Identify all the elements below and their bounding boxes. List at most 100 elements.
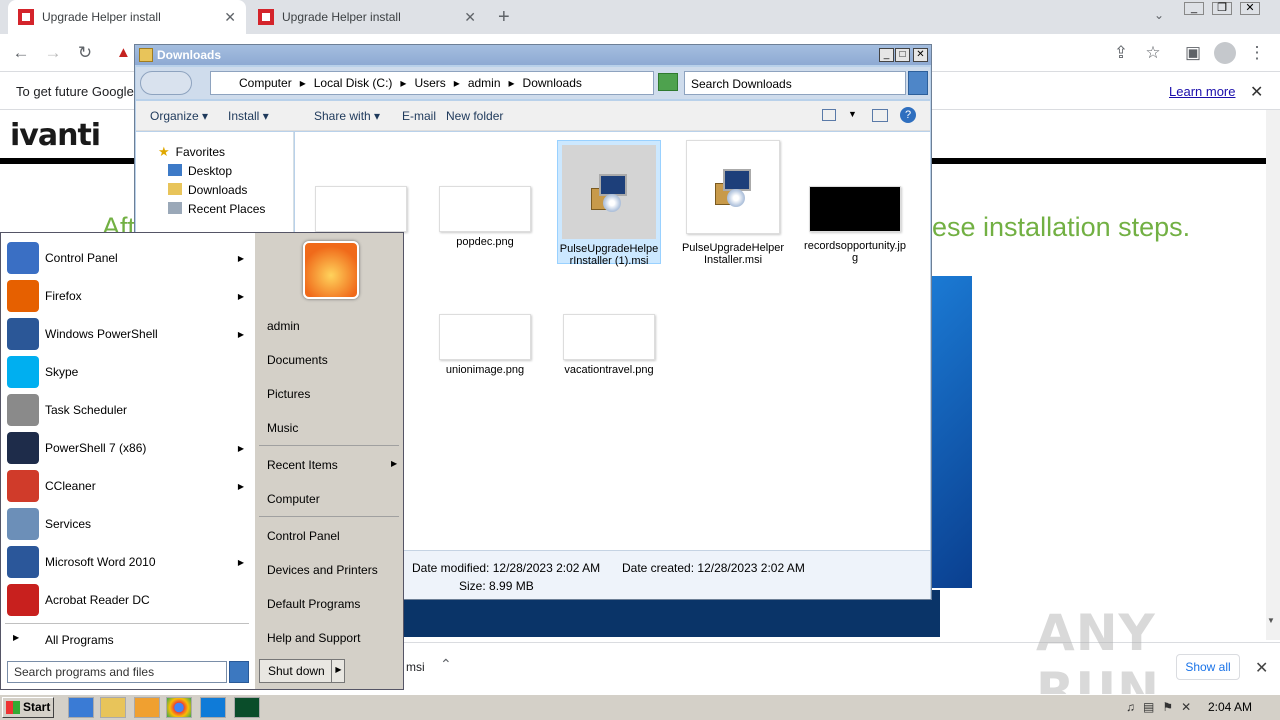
start-program-services[interactable]: Services	[7, 505, 252, 543]
shutdown-options-icon[interactable]: ▶	[331, 659, 345, 683]
minimize-icon[interactable]: _	[1184, 2, 1204, 15]
help-icon[interactable]: ?	[900, 107, 916, 123]
clock[interactable]: 2:04 AM	[1208, 700, 1252, 714]
app-s-icon[interactable]	[234, 697, 260, 718]
notification-icon[interactable]: ✕	[1181, 700, 1191, 714]
file-item[interactable]: recordsopportunity.jpg	[803, 186, 907, 264]
new-folder-button[interactable]: New folder	[446, 109, 503, 123]
chrome-icon[interactable]	[166, 697, 192, 718]
view-options-icon[interactable]	[822, 109, 836, 121]
nav-item-desktop[interactable]: Desktop	[168, 164, 232, 178]
file-partial-1[interactable]	[309, 186, 413, 232]
start-right-pictures[interactable]: Pictures	[267, 387, 310, 401]
info-bar-close-icon[interactable]: ✕	[1250, 82, 1263, 102]
back-forward-icon[interactable]	[140, 71, 192, 95]
search-downloads-input[interactable]: Search Downloads	[684, 71, 906, 95]
email-button[interactable]: E-mail	[402, 109, 436, 123]
submenu-arrow-icon: ▶	[237, 481, 244, 491]
menu-kebab-icon[interactable]: ⋮	[1246, 42, 1268, 64]
program-label: Firefox	[45, 289, 82, 303]
refresh-icon[interactable]	[658, 73, 678, 91]
start-right-documents[interactable]: Documents	[267, 353, 328, 367]
start-program-task-scheduler[interactable]: Task Scheduler	[7, 391, 252, 429]
new-tab-plus-icon[interactable]: +	[498, 6, 510, 29]
view-dropdown-icon[interactable]: ▼	[848, 109, 857, 119]
file-item[interactable]: unionimage.png	[433, 314, 537, 376]
file-item[interactable]: popdec.png	[433, 186, 537, 248]
share-icon[interactable]: ⇪	[1110, 42, 1132, 64]
program-label: Services	[45, 517, 92, 531]
start-program-acrobat-reader-dc[interactable]: Acrobat Reader DC	[7, 581, 252, 619]
start-right-admin[interactable]: admin	[267, 319, 300, 333]
start-program-ccleaner[interactable]: CCleaner ▶	[7, 467, 252, 505]
start-right-music[interactable]: Music	[267, 421, 298, 435]
explorer-title-bar[interactable]: Downloads	[135, 45, 931, 65]
start-program-control-panel[interactable]: Control Panel ▶	[7, 239, 252, 277]
crumb-admin[interactable]: admin	[468, 76, 501, 90]
minimize-icon[interactable]: _	[879, 48, 894, 62]
tab-upgrade-helper-2[interactable]: Upgrade Helper install ✕	[248, 0, 486, 34]
start-right-recent-items[interactable]: Recent Items	[267, 458, 338, 472]
windows-logo-icon	[6, 701, 20, 714]
search-icon[interactable]	[908, 71, 928, 95]
tab-upgrade-helper-1[interactable]: Upgrade Helper install ✕	[8, 0, 246, 34]
reload-icon[interactable]: ↻	[74, 42, 96, 64]
organize-button[interactable]: Organize ▾	[150, 109, 208, 123]
profile-avatar-icon[interactable]	[1214, 42, 1236, 64]
file-item[interactable]: PulseUpgradeHelperInstaller.msi	[681, 140, 785, 266]
info-bar-text: To get future Google	[16, 84, 134, 99]
close-icon[interactable]: ✕	[913, 48, 928, 62]
flag-icon[interactable]: ⚑	[1162, 700, 1173, 714]
ie-icon[interactable]	[68, 697, 94, 718]
search-icon[interactable]	[229, 661, 249, 683]
network-icon[interactable]: ▤	[1143, 700, 1154, 714]
crumb-users[interactable]: Users	[414, 76, 445, 90]
crumb-computer[interactable]: Computer	[239, 76, 292, 90]
download-chevron-up-icon[interactable]: ⌃	[440, 656, 452, 673]
start-right-control-panel[interactable]: Control Panel	[267, 529, 340, 543]
restore-icon[interactable]: ❐	[1212, 2, 1232, 15]
start-right-help-support[interactable]: Help and Support	[267, 631, 360, 645]
explorer-taskbar-icon[interactable]	[100, 697, 126, 718]
user-avatar	[303, 241, 359, 299]
edge-icon[interactable]	[200, 697, 226, 718]
page-scrollbar[interactable]	[1266, 110, 1280, 640]
close-tab-icon[interactable]: ✕	[464, 9, 476, 26]
install-button[interactable]: Install ▾	[228, 109, 269, 123]
start-program-windows-powershell[interactable]: Windows PowerShell ▶	[7, 315, 252, 353]
file-item[interactable]: vacationtravel.png	[557, 314, 661, 376]
program-label: Windows PowerShell	[45, 327, 158, 341]
start-program-microsoft-word-2010[interactable]: Microsoft Word 2010 ▶	[7, 543, 252, 581]
bookmark-star-icon[interactable]: ☆	[1142, 42, 1164, 64]
back-arrow-icon[interactable]: ←	[10, 42, 32, 64]
start-right-computer[interactable]: Computer	[267, 492, 320, 506]
start-right-default-programs[interactable]: Default Programs	[267, 597, 360, 611]
forward-arrow-icon[interactable]: →	[42, 42, 64, 64]
start-right-devices-printers[interactable]: Devices and Printers	[267, 563, 378, 577]
nav-item-downloads[interactable]: Downloads	[168, 183, 247, 197]
nav-item-recent-places[interactable]: Recent Places	[168, 202, 265, 216]
crumb-downloads[interactable]: Downloads	[523, 76, 582, 90]
warning-icon[interactable]: ▲	[116, 44, 132, 61]
file-item-selected[interactable]: PulseUpgradeHelperInstaller (1).msi	[557, 140, 661, 267]
close-tab-icon[interactable]: ✕	[224, 9, 236, 26]
all-programs[interactable]: All Programs	[45, 633, 114, 647]
start-program-powershell-7-x86[interactable]: PowerShell 7 (x86) ▶	[7, 429, 252, 467]
start-search-input[interactable]: Search programs and files	[7, 661, 227, 683]
start-button[interactable]: Start	[2, 697, 54, 718]
crumb-local-disk[interactable]: Local Disk (C:)	[314, 76, 393, 90]
share-with-button[interactable]: Share with ▾	[314, 109, 380, 123]
close-window-icon[interactable]: ✕	[1240, 2, 1260, 15]
download-filename[interactable]: msi	[406, 660, 425, 674]
preview-pane-icon[interactable]	[872, 109, 888, 122]
start-program-skype[interactable]: Skype	[7, 353, 252, 391]
maximize-icon[interactable]: □	[895, 48, 910, 62]
learn-more-link[interactable]: Learn more	[1169, 84, 1235, 99]
speaker-icon[interactable]: ♫	[1126, 700, 1135, 714]
tab-search-chevron-icon[interactable]: ⌄	[1154, 8, 1164, 22]
favorites-group[interactable]: ★ Favorites	[158, 144, 225, 160]
side-panel-icon[interactable]: ▣	[1182, 42, 1204, 64]
media-player-icon[interactable]	[134, 697, 160, 718]
start-program-firefox[interactable]: Firefox ▶	[7, 277, 252, 315]
address-breadcrumb[interactable]: Computer ▸ Local Disk (C:) ▸ Users ▸ admin ▸…	[210, 71, 654, 95]
